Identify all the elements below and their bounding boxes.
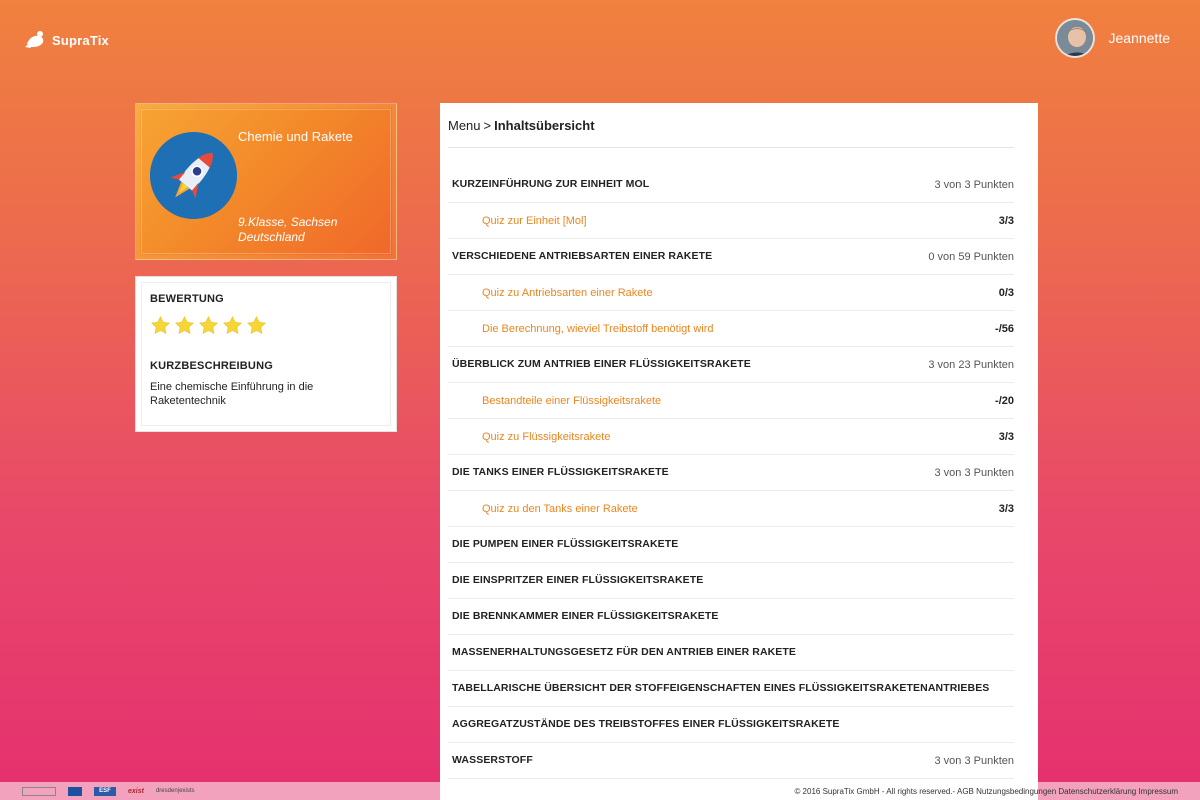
course-country: Deutschland [238,230,305,244]
item-link[interactable]: Quiz zu Antriebsarten einer Rakete [452,287,653,299]
eu-flag-logo [68,786,82,796]
exist-logo: exist [128,787,144,795]
toc-chapter-row[interactable]: WASSERSTOFF 3 von 3 Punkten [448,743,1014,779]
info-card: BEWERTUNG KURZBESCHREIBUNG Eine chemisch… [135,276,397,432]
item-link[interactable]: Bestandteile einer Flüssigkeitsrakete [452,395,661,407]
university-logo [22,786,56,796]
toc-item-row[interactable]: Quiz zu Flüssigkeitsrakete 3/3 [448,419,1014,455]
footer-copyright: © 2016 SupraTix GmbH - All rights reserv… [794,786,1178,796]
toc-item-row[interactable]: Quiz zu den Tanks einer Rakete 3/3 [448,491,1014,527]
chapter-title: KURZEINFÜHRUNG ZUR EINHEIT MOL [452,178,650,190]
course-grade-region: 9.Klasse, Sachsen [238,215,338,229]
toc-chapter-row[interactable]: VERSCHIEDENE ANTRIEBSARTEN EINER RAKETE 0… [448,239,1014,275]
points-label: 3 von 23 Punkten [928,358,1014,371]
points-label: 3 von 3 Punkten [934,178,1014,191]
chapter-title: TABELLARISCHE ÜBERSICHT DER STOFFEIGENSC… [452,682,990,694]
toc-item-row[interactable]: Quiz zur Einheit [Mol] 3/3 [448,203,1014,239]
esf-logo: ESF [94,786,116,796]
chapter-title: DIE PUMPEN EINER FLÜSSIGKEITSRAKETE [452,538,679,550]
toc-item-row[interactable]: Bestandteile einer Flüssigkeitsrakete -/2… [448,383,1014,419]
breadcrumb-separator: > [483,118,492,133]
star-icon [222,315,243,335]
toc-item-row[interactable]: Die Berechnung, wieviel Treibstoff benöt… [448,311,1014,347]
toc-chapter-row[interactable]: DIE BRENNKAMMER EINER FLÜSSIGKEITSRAKETE [448,599,1014,635]
breadcrumb: Menu > Inhaltsübersicht [448,118,595,133]
chapter-title: WASSERSTOFF [452,754,533,766]
chapter-title: AGGREGATZUSTÄNDE DES TREIBSTOFFES EINER … [452,718,840,730]
course-meta: 9.Klasse, Sachsen Deutschland [238,215,337,245]
breadcrumb-menu-link[interactable]: Menu [448,118,481,133]
points-label: 0 von 59 Punkten [928,250,1014,263]
chapter-title: ÜBERBLICK ZUM ANTRIEB EINER FLÜSSIGKEITS… [452,358,751,370]
rating-stars [150,315,267,336]
star-icon [246,315,267,335]
points-label: 0/3 [998,286,1014,299]
user-name[interactable]: Jeannette [1109,30,1171,46]
toc-chapter-row[interactable]: ÜBERBLICK ZUM ANTRIEB EINER FLÜSSIGKEITS… [448,347,1014,383]
toc-chapter-row[interactable]: TABELLARISCHE ÜBERSICHT DER STOFFEIGENSC… [448,671,1014,707]
course-logo [150,132,237,219]
rating-title: BEWERTUNG [150,293,224,305]
table-of-contents: KURZEINFÜHRUNG ZUR EINHEIT MOL 3 von 3 Pu… [448,167,1014,779]
panel-divider [448,147,1014,148]
chapter-title: DIE BRENNKAMMER EINER FLÜSSIGKEITSRAKETE [452,610,719,622]
star-icon [198,315,219,335]
star-icon [174,315,195,335]
points-label: 3 von 3 Punkten [934,754,1014,767]
description-title: KURZBESCHREIBUNG [150,360,273,372]
points-label: -/56 [995,322,1014,335]
user-menu[interactable]: Jeannette [1054,18,1171,58]
toc-chapter-row[interactable]: MASSENERHALTUNGSGESETZ FÜR DEN ANTRIEB E… [448,635,1014,671]
brand-name: SupraTix [52,32,109,48]
chapter-title: MASSENERHALTUNGSGESETZ FÜR DEN ANTRIEB E… [452,646,797,658]
rocket-icon [150,132,237,219]
toc-item-row[interactable]: Quiz zu Antriebsarten einer Rakete 0/3 [448,275,1014,311]
brand-logo[interactable]: SupraTix [24,30,109,50]
course-card: Chemie und Rakete 9.Klasse, Sachsen Deut… [135,103,397,260]
chapter-title: DIE EINSPRITZER EINER FLÜSSIGKEITSRAKETE [452,574,704,586]
dresden-exists-logo: dresden|exists [155,788,195,794]
toc-chapter-row[interactable]: KURZEINFÜHRUNG ZUR EINHEIT MOL 3 von 3 Pu… [448,167,1014,203]
chapter-title: DIE TANKS EINER FLÜSSIGKEITSRAKETE [452,466,669,478]
points-label: 3 von 3 Punkten [934,466,1014,479]
course-title: Chemie und Rakete [238,129,353,144]
footer: ESF exist dresden|exists © 2016 SupraTix… [0,782,1200,800]
footer-logos: ESF exist dresden|exists [22,786,195,796]
points-label: 3/3 [998,214,1014,227]
points-label: 3/3 [998,430,1014,443]
description-text: Eine chemische Einführung in die Raketen… [150,381,314,407]
toc-chapter-row[interactable]: AGGREGATZUSTÄNDE DES TREIBSTOFFES EINER … [448,707,1014,743]
breadcrumb-current: Inhaltsübersicht [494,118,595,133]
content-panel: Menu > Inhaltsübersicht KURZEINFÜHRUNG ZUR… [440,103,1038,800]
item-link[interactable]: Quiz zur Einheit [Mol] [452,215,587,227]
toc-chapter-row[interactable]: DIE PUMPEN EINER FLÜSSIGKEITSRAKETE [448,527,1014,563]
toc-chapter-row[interactable]: DIE EINSPRITZER EINER FLÜSSIGKEITSRAKETE [448,563,1014,599]
points-label: 3/3 [998,502,1014,515]
item-link[interactable]: Quiz zu Flüssigkeitsrakete [452,431,610,443]
star-icon [150,315,171,335]
item-link[interactable]: Die Berechnung, wieviel Treibstoff benöt… [452,323,714,335]
item-link[interactable]: Quiz zu den Tanks einer Rakete [452,503,638,515]
chapter-title: VERSCHIEDENE ANTRIEBSARTEN EINER RAKETE [452,250,713,262]
avatar-image [1056,20,1093,56]
supratix-logo-icon [25,31,44,48]
toc-chapter-row[interactable]: DIE TANKS EINER FLÜSSIGKEITSRAKETE 3 von … [448,455,1014,491]
points-label: -/20 [995,394,1014,407]
avatar[interactable] [1054,18,1095,58]
